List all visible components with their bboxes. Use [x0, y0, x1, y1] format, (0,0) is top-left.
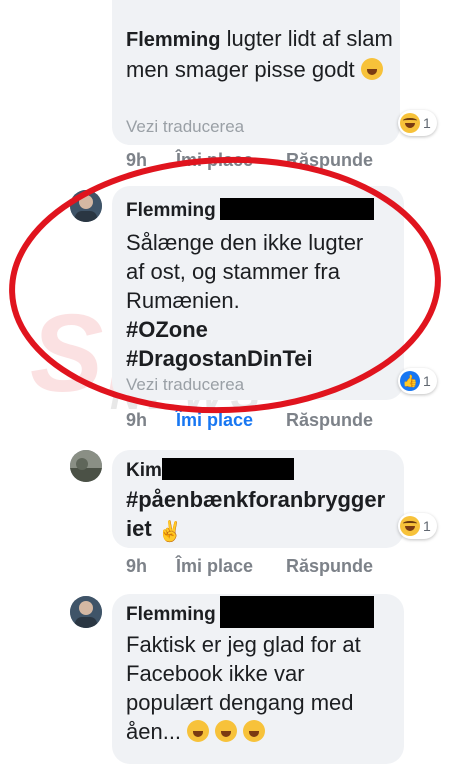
- laughing-emoji-icon: [360, 58, 383, 80]
- comment-time[interactable]: 9h: [126, 410, 147, 431]
- avatar[interactable]: [70, 190, 102, 222]
- rock-hand-emoji-icon: ✌: [157, 521, 183, 543]
- like-button[interactable]: Îmi place: [176, 410, 253, 431]
- reaction-count: 1: [423, 373, 431, 389]
- reply-button[interactable]: Răspunde: [286, 556, 373, 577]
- see-translation-link[interactable]: Vezi traducerea: [126, 375, 244, 395]
- see-translation-link[interactable]: Vezi traducerea: [126, 117, 244, 137]
- like-reaction-icon: 👍: [400, 371, 420, 391]
- comment-text: Faktisk er jeg glad for at Facebook ikke…: [126, 630, 402, 746]
- comment-line: Rumænien.: [126, 288, 240, 313]
- laughing-emoji-icon: [187, 720, 210, 742]
- haha-reaction-icon: [400, 113, 420, 133]
- laughing-emoji-icon: [215, 720, 238, 742]
- avatar[interactable]: [70, 596, 102, 628]
- hashtag-link-continued[interactable]: iet: [126, 516, 152, 541]
- comment-actions: 9h Îmi place Răspunde: [126, 410, 426, 432]
- comment-line: Facebook ikke var: [126, 661, 305, 686]
- comment-bubble: Kim #påenbænkforanbrygger iet ✌: [112, 450, 404, 548]
- comment-line: Sålænge den ikke lugter: [126, 230, 364, 255]
- reaction-badge[interactable]: 1: [398, 110, 437, 136]
- comment-actions: 9h Îmi place Răspunde: [126, 150, 426, 172]
- reply-button[interactable]: Răspunde: [286, 410, 373, 431]
- comment-author[interactable]: Flemming: [126, 200, 216, 222]
- like-button[interactable]: Îmi place: [176, 150, 253, 171]
- comment-text: Sålænge den ikke lugter af ost, og stamm…: [126, 228, 401, 373]
- avatar-image: [70, 450, 102, 482]
- laughing-emoji-icon: [243, 720, 266, 742]
- comment-author[interactable]: Flemming: [126, 29, 220, 51]
- comment-text: #påenbænkforanbrygger iet ✌: [126, 485, 402, 547]
- reaction-badge[interactable]: 1: [398, 513, 437, 539]
- hashtag-link[interactable]: #DragostanDinTei: [126, 344, 401, 373]
- comment-line: åen...: [126, 719, 182, 744]
- redaction-bar: [162, 458, 294, 480]
- reaction-count: 1: [423, 115, 431, 131]
- comment-author[interactable]: Kim: [126, 460, 162, 482]
- redaction-bar: [220, 596, 374, 628]
- comment-line: Faktisk er jeg glad for at: [126, 632, 361, 657]
- avatar-image: [70, 596, 102, 628]
- comment-bubble: Flemming Faktisk er jeg glad for at Face…: [112, 594, 404, 764]
- redaction-bar: [220, 198, 374, 220]
- reply-button[interactable]: Răspunde: [286, 150, 373, 171]
- comment-bubble: Flemming lugter lidt af slam men smager …: [112, 0, 400, 145]
- haha-reaction-icon: [400, 516, 420, 536]
- comment-time[interactable]: 9h: [126, 150, 147, 171]
- hashtag-link[interactable]: #OZone: [126, 315, 401, 344]
- comment-text: Flemming lugter lidt af slam men smager …: [126, 24, 394, 84]
- avatar[interactable]: [70, 450, 102, 482]
- avatar-image: [70, 190, 102, 222]
- reaction-count: 1: [423, 518, 431, 534]
- comment-line: af ost, og stammer fra: [126, 259, 340, 284]
- hashtag-link[interactable]: #påenbænkforanbrygger: [126, 485, 402, 514]
- comment-line: populært dengang med: [126, 690, 354, 715]
- comment-actions: 9h Îmi place Răspunde: [126, 556, 426, 578]
- comment-author[interactable]: Flemming: [126, 604, 216, 626]
- reaction-badge[interactable]: 👍 1: [398, 368, 437, 394]
- comment-bubble: Flemming Sålænge den ikke lugter af ost,…: [112, 186, 404, 400]
- comment-time[interactable]: 9h: [126, 556, 147, 577]
- like-button[interactable]: Îmi place: [176, 556, 253, 577]
